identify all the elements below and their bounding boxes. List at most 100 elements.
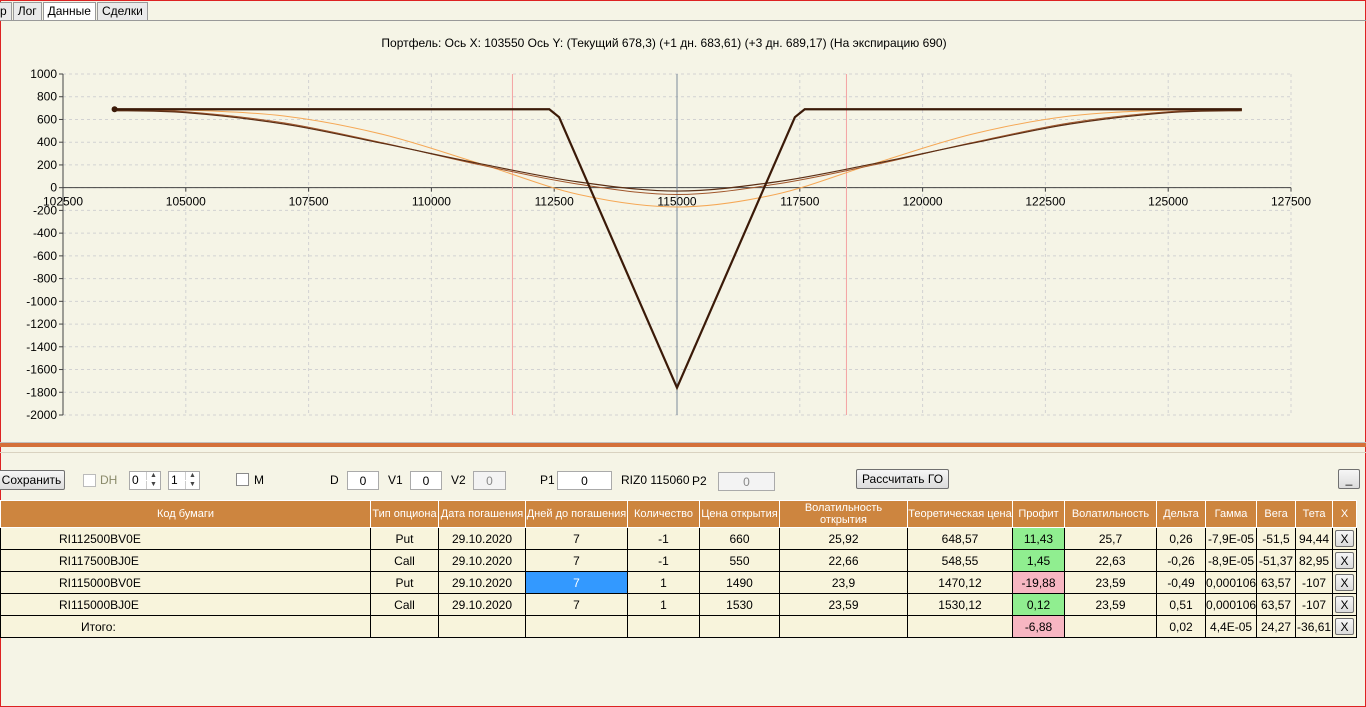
cell-open-vol[interactable]: 22,66: [779, 549, 908, 572]
spin-down-icon[interactable]: ▼: [146, 481, 160, 489]
save-button[interactable]: Сохранить: [0, 470, 65, 490]
cell-qty[interactable]: 1: [627, 571, 700, 594]
tab-log[interactable]: Лог: [12, 2, 42, 20]
cell-delta[interactable]: 0,51: [1156, 593, 1206, 616]
cell-gamma[interactable]: -8,9E-05: [1204, 549, 1258, 572]
col-header-profit[interactable]: Профит: [1012, 500, 1065, 528]
cell-vega[interactable]: 63,57: [1256, 571, 1297, 594]
v1-input[interactable]: 0: [410, 471, 442, 490]
cell-price[interactable]: 1530: [699, 593, 780, 616]
cell-date[interactable]: 29.10.2020: [438, 593, 526, 616]
cell-profit[interactable]: 11,43: [1012, 527, 1065, 550]
cell-type[interactable]: Call: [370, 593, 439, 616]
col-header-price[interactable]: Цена открытия: [699, 500, 780, 528]
table-total-row[interactable]: Итого: -6,88 0,02 4,4E-05 24,27 -36,61 X: [0, 615, 1358, 638]
cell-code[interactable]: RI117500BJ0E: [0, 549, 371, 572]
cell-theta[interactable]: -107: [1295, 593, 1334, 616]
cell-gamma[interactable]: 0,000106: [1204, 571, 1258, 594]
cell-qty[interactable]: -1: [627, 527, 700, 550]
table-row[interactable]: RI115000BJ0E Call 29.10.2020 7 1 1530 23…: [0, 593, 1358, 616]
col-header-open-vol[interactable]: Волатильность открытия: [779, 500, 908, 528]
tab-deals[interactable]: Сделки: [96, 2, 148, 20]
spin-up-icon[interactable]: ▲: [146, 472, 160, 480]
table-row[interactable]: RI115000BV0E Put 29.10.2020 7 1 1490 23,…: [0, 571, 1358, 594]
cell-date[interactable]: 29.10.2020: [438, 549, 526, 572]
col-header-date[interactable]: Дата погашения: [438, 500, 526, 528]
minimize-button[interactable]: _: [1338, 469, 1360, 489]
cell-price[interactable]: 1490: [699, 571, 780, 594]
spin-up-icon[interactable]: ▲: [185, 472, 199, 480]
cell-theor[interactable]: 548,55: [907, 549, 1013, 572]
cell-theta[interactable]: 82,95: [1295, 549, 1334, 572]
cell-vega[interactable]: -51,37: [1256, 549, 1297, 572]
cell-vega[interactable]: -51,5: [1256, 527, 1297, 550]
cell-days[interactable]: 7: [525, 527, 628, 550]
cell-theor[interactable]: 1470,12: [907, 571, 1013, 594]
p2-input[interactable]: 0: [718, 472, 775, 491]
cell-type[interactable]: Put: [370, 571, 439, 594]
d-input[interactable]: 0: [347, 471, 379, 490]
cell-days[interactable]: 7: [525, 549, 628, 572]
cell-gamma[interactable]: 0,000106: [1204, 593, 1258, 616]
delete-row-button[interactable]: X: [1335, 530, 1355, 547]
cell-vega[interactable]: 63,57: [1256, 593, 1297, 616]
cell-type[interactable]: Put: [370, 527, 439, 550]
col-header-days[interactable]: Дней до погашения: [525, 500, 628, 528]
cell-theta[interactable]: -107: [1295, 571, 1334, 594]
p1-input[interactable]: 0: [557, 471, 612, 490]
col-header-theor[interactable]: Теоретическая цена: [907, 500, 1013, 528]
cell-days[interactable]: 7: [525, 571, 628, 594]
calculate-go-button[interactable]: Рассчитать ГО: [856, 469, 949, 489]
cell-vol[interactable]: 23,59: [1064, 593, 1157, 616]
cell-open-vol[interactable]: 25,92: [779, 527, 908, 550]
col-header-x[interactable]: X: [1332, 500, 1358, 528]
v2-input[interactable]: 0: [473, 471, 506, 490]
cell-code[interactable]: RI112500BV0E: [0, 527, 371, 550]
col-header-vol[interactable]: Волатильность: [1064, 500, 1157, 528]
cell-price[interactable]: 660: [699, 527, 780, 550]
cell-theor[interactable]: 648,57: [907, 527, 1013, 550]
spin-1[interactable]: 0 ▲ ▼: [129, 471, 161, 490]
cell-date[interactable]: 29.10.2020: [438, 527, 526, 550]
cell-delta[interactable]: -0,26: [1156, 549, 1206, 572]
tab-partial[interactable]: р: [0, 2, 12, 20]
cell-code[interactable]: RI115000BJ0E: [0, 593, 371, 616]
delete-row-button[interactable]: X: [1335, 552, 1355, 569]
cell-delta[interactable]: 0,26: [1156, 527, 1206, 550]
cell-gamma[interactable]: -7,9E-05: [1204, 527, 1258, 550]
cell-qty[interactable]: -1: [627, 549, 700, 572]
cell-profit[interactable]: -19,88: [1012, 571, 1065, 594]
cell-profit[interactable]: 0,12: [1012, 593, 1065, 616]
delete-row-button[interactable]: X: [1335, 574, 1355, 591]
m-checkbox[interactable]: [236, 473, 249, 486]
cell-theor[interactable]: 1530,12: [907, 593, 1013, 616]
delete-row-button[interactable]: X: [1335, 596, 1355, 613]
cell-delta[interactable]: -0,49: [1156, 571, 1206, 594]
tab-data[interactable]: Данные: [42, 2, 96, 20]
cell-profit[interactable]: 1,45: [1012, 549, 1065, 572]
col-header-delta[interactable]: Дельта: [1156, 500, 1206, 528]
col-header-gamma[interactable]: Гамма: [1204, 500, 1258, 528]
cell-price[interactable]: 550: [699, 549, 780, 572]
cell-vol[interactable]: 23,59: [1064, 571, 1157, 594]
payoff-chart[interactable]: 10008006004002000-200-400-600-800-1000-1…: [0, 22, 1366, 432]
dh-checkbox[interactable]: [83, 474, 96, 487]
col-header-type[interactable]: Тип опциона: [370, 500, 439, 528]
cell-vol[interactable]: 22,63: [1064, 549, 1157, 572]
cell-open-vol[interactable]: 23,59: [779, 593, 908, 616]
cell-qty[interactable]: 1: [627, 593, 700, 616]
delete-all-button[interactable]: X: [1335, 618, 1355, 635]
table-row[interactable]: RI117500BJ0E Call 29.10.2020 7 -1 550 22…: [0, 549, 1358, 572]
cell-date[interactable]: 29.10.2020: [438, 571, 526, 594]
col-header-code[interactable]: Код бумаги: [0, 500, 371, 528]
spin-2[interactable]: 1 ▲ ▼: [168, 471, 200, 490]
cell-theta[interactable]: 94,44: [1295, 527, 1334, 550]
cell-code[interactable]: RI115000BV0E: [0, 571, 371, 594]
panel-splitter[interactable]: [0, 442, 1366, 447]
cell-open-vol[interactable]: 23,9: [779, 571, 908, 594]
col-header-qty[interactable]: Количество: [627, 500, 700, 528]
cell-days[interactable]: 7: [525, 593, 628, 616]
col-header-theta[interactable]: Тета: [1295, 500, 1334, 528]
col-header-vega[interactable]: Вега: [1256, 500, 1297, 528]
spin-down-icon[interactable]: ▼: [185, 481, 199, 489]
